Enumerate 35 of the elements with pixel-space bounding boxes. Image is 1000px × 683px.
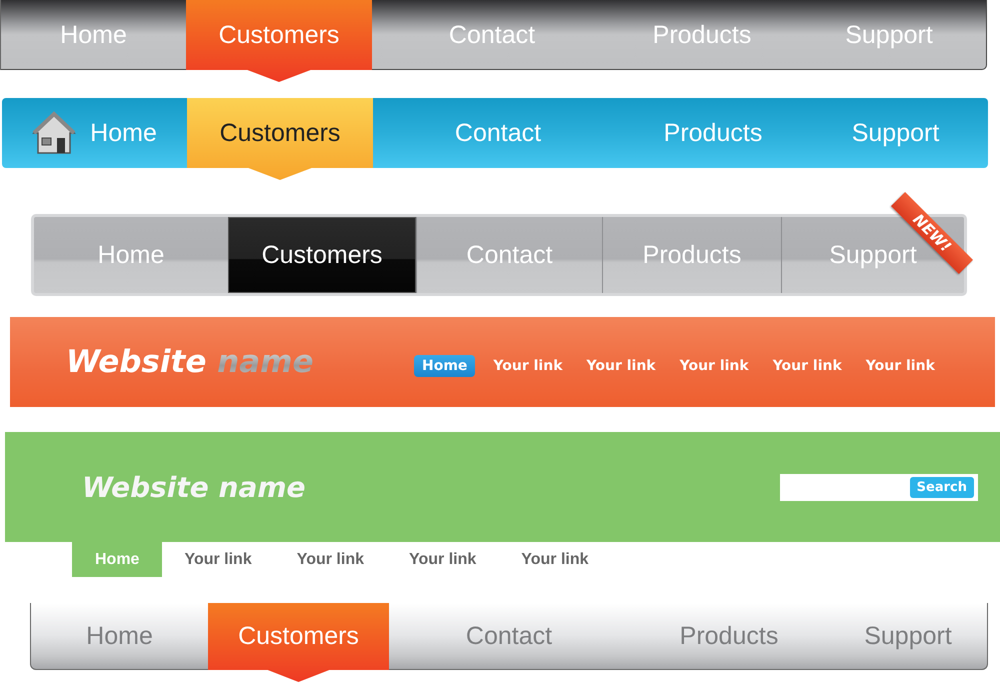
- nav-link[interactable]: Your link: [274, 542, 387, 577]
- menu-tab[interactable]: Products: [612, 0, 792, 70]
- nav-link[interactable]: Your link: [498, 542, 612, 577]
- nav-link[interactable]: Home: [414, 355, 476, 377]
- menu-tab[interactable]: Support: [829, 603, 987, 670]
- nav-link[interactable]: Your link: [672, 355, 757, 377]
- menu-tab[interactable]: Customers: [228, 217, 416, 293]
- menu-tab[interactable]: Support: [792, 0, 986, 70]
- search-field[interactable]: Search: [780, 474, 978, 500]
- nav-link[interactable]: Your link: [161, 542, 275, 577]
- menu-tab[interactable]: Home: [34, 217, 228, 293]
- menu-tab[interactable]: Contact: [416, 217, 602, 293]
- menu-tab[interactable]: Home: [31, 603, 208, 670]
- menu-tab[interactable]: Contact: [373, 98, 623, 168]
- nav-link[interactable]: Your link: [858, 355, 943, 377]
- menu-tab[interactable]: Products: [602, 217, 781, 293]
- menu-tab[interactable]: Contact: [372, 0, 612, 70]
- menu-tab[interactable]: Home: [2, 98, 187, 168]
- menu-tab[interactable]: Home: [1, 0, 186, 70]
- site-name: Website name: [66, 344, 314, 380]
- menu-tab[interactable]: Products: [629, 603, 829, 670]
- search-button[interactable]: Search: [910, 476, 974, 498]
- nav-link[interactable]: Your link: [764, 355, 850, 377]
- menu-tab[interactable]: Contact: [389, 603, 629, 670]
- menu-tab[interactable]: Support: [803, 98, 988, 168]
- nav-link[interactable]: Your link: [485, 355, 571, 377]
- nav-link[interactable]: Home: [72, 542, 162, 577]
- house-icon: [32, 111, 76, 155]
- menu-tab[interactable]: Products: [623, 98, 803, 168]
- menu-tab[interactable]: Customers: [187, 98, 373, 180]
- menu-tab[interactable]: Customers: [208, 603, 389, 682]
- site-name: Website name: [82, 470, 306, 504]
- nav-link[interactable]: Your link: [386, 542, 500, 577]
- menu-tab[interactable]: Customers: [186, 0, 372, 82]
- nav-link[interactable]: Your link: [578, 355, 664, 377]
